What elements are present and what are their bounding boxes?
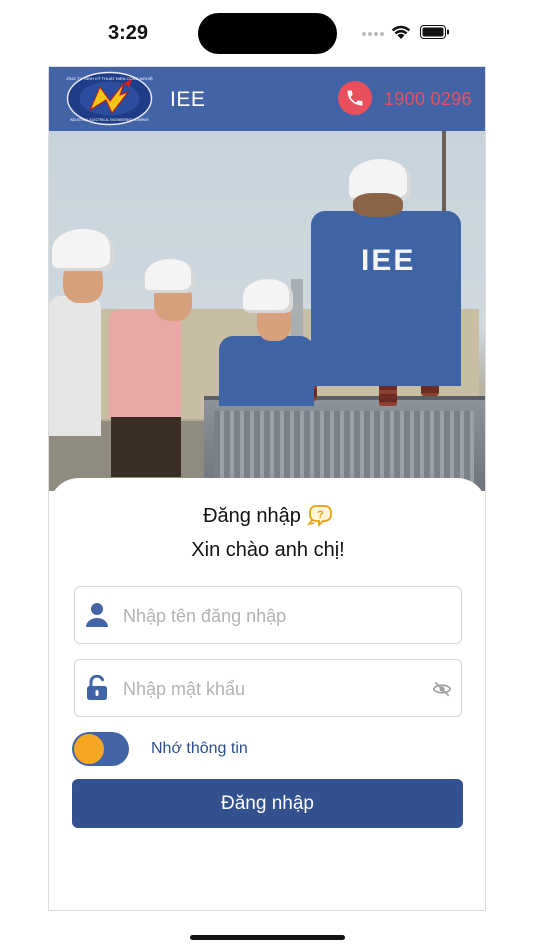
remember-row: Nhớ thông tin xyxy=(72,731,248,767)
app-title: IEE xyxy=(170,88,206,111)
username-input[interactable] xyxy=(123,601,423,631)
username-field[interactable] xyxy=(74,586,462,644)
login-card: Đăng nhập ? Xin chào anh chị! Nhập tên đ… xyxy=(49,478,485,910)
hotline-number[interactable]: 1900 0296 xyxy=(384,89,472,110)
remember-toggle[interactable] xyxy=(72,732,129,766)
battery-icon xyxy=(420,25,449,39)
toggle-knob xyxy=(74,734,104,764)
jacket-logo-text: IEE xyxy=(361,244,416,277)
password-input[interactable] xyxy=(123,674,423,704)
signal-dots-icon xyxy=(362,32,384,36)
help-chat-icon: ? xyxy=(307,505,332,528)
phone-icon[interactable] xyxy=(338,81,372,115)
unlock-icon xyxy=(87,675,107,700)
svg-text:?: ? xyxy=(317,509,324,521)
app-screen: CÔNG TY TNHH KỸ THUẬT ĐIỆN CÔNG NGHIỆP I… xyxy=(48,66,486,911)
hero-photo: IEE xyxy=(49,131,485,491)
user-icon xyxy=(86,603,108,627)
app-header: CÔNG TY TNHH KỸ THUẬT ĐIỆN CÔNG NGHIỆP I… xyxy=(49,67,485,131)
login-title-row: Đăng nhập ? xyxy=(49,504,485,528)
greeting-text: Xin chào anh chị! xyxy=(191,539,345,561)
status-time: 3:29 xyxy=(108,22,149,44)
status-bar: 3:29 xyxy=(0,0,534,64)
dynamic-island xyxy=(198,13,337,54)
wifi-icon xyxy=(391,25,411,39)
login-button[interactable]: Đăng nhập xyxy=(72,779,463,828)
svg-text:CÔNG TY TNHH KỸ THUẬT ĐIỆN CÔN: CÔNG TY TNHH KỸ THUẬT ĐIỆN CÔNG NGHIỆP xyxy=(66,76,153,81)
login-title: Đăng nhập xyxy=(203,504,301,527)
remember-label[interactable]: Nhớ thông tin xyxy=(151,740,248,758)
eye-off-icon[interactable] xyxy=(432,679,452,699)
company-logo: CÔNG TY TNHH KỸ THUẬT ĐIỆN CÔNG NGHIỆP I… xyxy=(66,71,153,126)
home-indicator xyxy=(190,935,345,940)
svg-text:INDUSTRIAL ELECTRICAL ENGINEER: INDUSTRIAL ELECTRICAL ENGINEERING COMPAN… xyxy=(70,118,150,122)
password-field[interactable] xyxy=(74,659,462,717)
